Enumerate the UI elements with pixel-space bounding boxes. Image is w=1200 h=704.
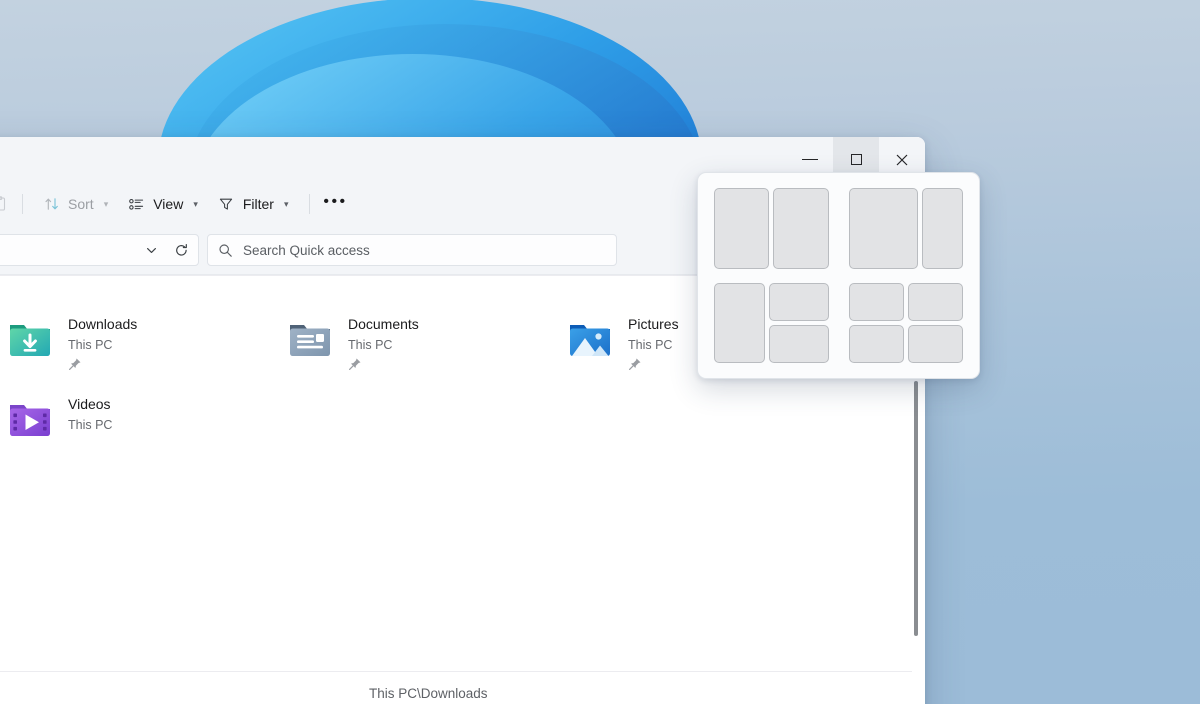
table-row[interactable]: .jpg This PC\Downloads <box>0 671 912 704</box>
snap-zone[interactable] <box>769 324 829 363</box>
quick-access-text: Videos This PC <box>68 392 112 435</box>
pictures-folder-icon <box>570 325 610 356</box>
snap-layout-option-four-quadrants[interactable] <box>847 281 966 366</box>
snap-zone[interactable] <box>773 188 829 269</box>
snap-zone-column <box>907 282 963 363</box>
snap-layout-option-left-plus-two-stacked[interactable] <box>712 281 831 366</box>
snap-zone[interactable] <box>848 324 904 363</box>
chevron-down-icon: ▾ <box>193 198 198 209</box>
snap-zone[interactable] <box>921 188 963 269</box>
address-bar[interactable] <box>0 234 199 266</box>
filter-button[interactable]: Filter ▾ <box>208 188 299 220</box>
quick-access-item-downloads[interactable]: Downloads This PC <box>0 309 280 370</box>
filter-icon <box>218 196 235 213</box>
view-button[interactable]: View ▾ <box>118 188 208 220</box>
quick-access-text: Downloads This PC <box>68 312 137 376</box>
file-path-cell: This PC\Downloads <box>369 685 488 701</box>
sort-icon <box>43 196 60 213</box>
videos-folder-icon <box>10 405 50 436</box>
snap-zone-column <box>769 282 829 363</box>
snap-zone[interactable] <box>714 188 770 269</box>
snap-zone-column <box>848 282 904 363</box>
item-name: Downloads <box>68 316 138 332</box>
item-location: This PC <box>628 338 673 352</box>
pin-icon <box>628 357 679 376</box>
downloads-folder-icon <box>10 325 50 356</box>
sort-button[interactable]: Sort ▾ <box>33 188 118 220</box>
paste-button[interactable] <box>0 192 12 216</box>
snap-zone[interactable] <box>848 282 904 321</box>
filter-label: Filter <box>242 196 274 212</box>
snap-zone[interactable] <box>848 188 918 269</box>
snap-zone[interactable] <box>907 282 963 321</box>
snap-zone[interactable] <box>769 282 829 321</box>
sort-label: Sort <box>68 196 94 212</box>
view-icon <box>128 196 145 213</box>
scrollbar-thumb[interactable] <box>914 381 918 636</box>
item-location: This PC <box>348 338 393 352</box>
search-icon <box>219 243 232 257</box>
recent-files-list: .jpg This PC\Downloads og This PC\Downlo… <box>0 671 912 704</box>
chevron-down-icon <box>146 247 156 253</box>
documents-folder-icon <box>290 325 330 356</box>
chevron-down-icon: ▾ <box>103 198 109 209</box>
item-name: Documents <box>348 316 419 332</box>
view-label: View <box>153 196 184 212</box>
see-more-button[interactable]: ••• <box>320 188 352 220</box>
refresh-button[interactable] <box>166 236 196 264</box>
toolbar-divider-2 <box>308 194 310 214</box>
snap-zone[interactable] <box>907 324 963 363</box>
quick-access-text: Pictures This PC <box>628 312 679 376</box>
previous-locations-button[interactable] <box>136 236 166 264</box>
file-name-cell: .jpg <box>0 685 369 701</box>
item-location: This PC <box>68 418 113 432</box>
snap-layouts-flyout <box>697 172 980 379</box>
quick-access-item-documents[interactable]: Documents This PC <box>280 309 560 370</box>
item-location: This PC <box>68 338 113 352</box>
snap-layout-option-two-equal-columns[interactable] <box>712 186 831 271</box>
chevron-down-icon: ▾ <box>283 198 289 209</box>
quick-access-text: Documents This PC <box>348 312 419 376</box>
quick-access-item-videos[interactable]: Videos This PC <box>0 389 280 449</box>
pin-icon <box>68 357 137 376</box>
close-icon <box>896 154 908 165</box>
maximize-icon <box>850 154 862 165</box>
snap-layout-option-wide-left-narrow-right[interactable] <box>847 186 966 271</box>
screen: Sort ▾ View ▾ Filter ▾ ••• Search Quick … <box>0 0 1200 704</box>
pin-icon <box>348 357 419 376</box>
paste-icon <box>0 196 6 211</box>
minimize-icon <box>802 159 818 160</box>
toolbar-divider-1 <box>22 194 23 214</box>
item-name: Videos <box>68 396 111 412</box>
snap-zone[interactable] <box>714 282 766 363</box>
search-input[interactable]: Search Quick access <box>243 243 370 258</box>
item-name: Pictures <box>628 316 679 332</box>
refresh-icon <box>175 243 187 256</box>
search-box[interactable]: Search Quick access <box>207 234 617 266</box>
